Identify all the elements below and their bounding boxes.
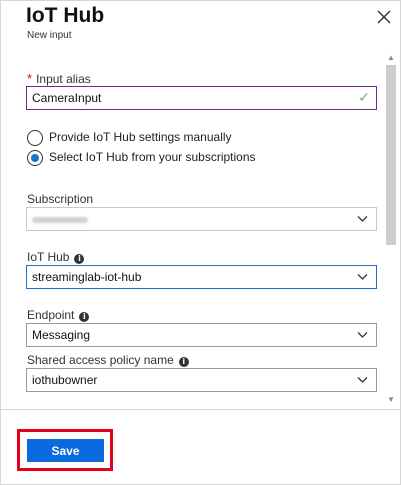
endpoint-value: Messaging — [32, 328, 91, 342]
info-icon[interactable]: i — [74, 254, 85, 264]
chevron-down-icon — [357, 377, 368, 383]
blade-footer: Save — [1, 409, 400, 484]
radio-label: Select IoT Hub from your subscriptions — [49, 150, 256, 165]
input-alias-label: * Input alias — [27, 71, 91, 86]
checkmark-icon: ✓ — [358, 90, 370, 106]
subscription-label: Subscription — [27, 192, 94, 206]
vertical-scrollbar[interactable]: ▲ ▼ — [383, 51, 399, 409]
chevron-down-icon — [357, 332, 368, 338]
save-highlight-box: Save — [17, 429, 113, 471]
scroll-up-arrow-icon[interactable]: ▲ — [386, 53, 396, 63]
chevron-down-icon — [357, 274, 368, 280]
blade-subtitle: New input — [27, 30, 72, 41]
radio-button-icon[interactable] — [27, 130, 43, 146]
form-scroll-area: * Input alias CameraInput ✓ Provide IoT H… — [1, 51, 400, 409]
info-icon[interactable]: i — [178, 357, 189, 367]
scroll-down-arrow-icon[interactable]: ▼ — [386, 395, 396, 405]
input-alias-value: CameraInput — [32, 91, 102, 105]
iot-hub-label: IoT Hub i — [27, 250, 85, 264]
endpoint-label: Endpoint i — [27, 308, 90, 322]
scrollbar-thumb[interactable] — [386, 65, 396, 245]
subscription-value-obscured — [32, 216, 88, 223]
iot-hub-value: streaminglab-iot-hub — [32, 270, 142, 284]
radio-select-from-subscriptions[interactable]: Select IoT Hub from your subscriptions — [27, 150, 256, 166]
save-button[interactable]: Save — [27, 439, 104, 462]
new-input-blade: IoT Hub New input * Input alias CameraInp… — [0, 0, 401, 485]
required-marker: * — [27, 71, 33, 86]
close-icon[interactable] — [373, 6, 395, 28]
subscription-dropdown[interactable] — [26, 207, 377, 231]
shared-access-policy-value: iothubowner — [32, 373, 98, 387]
chevron-down-icon — [357, 216, 368, 222]
shared-access-policy-label: Shared access policy name i — [27, 353, 189, 367]
shared-access-policy-dropdown[interactable]: iothubowner — [26, 368, 377, 392]
blade-title: IoT Hub — [26, 4, 105, 27]
iot-hub-dropdown[interactable]: streaminglab-iot-hub — [26, 265, 377, 289]
input-alias-field[interactable]: CameraInput ✓ — [26, 86, 377, 110]
radio-provide-manually[interactable]: Provide IoT Hub settings manually — [27, 130, 232, 146]
radio-label: Provide IoT Hub settings manually — [49, 130, 232, 145]
endpoint-dropdown[interactable]: Messaging — [26, 323, 377, 347]
radio-button-selected-icon[interactable] — [27, 150, 43, 166]
blade-header: IoT Hub New input — [1, 1, 400, 51]
info-icon[interactable]: i — [79, 312, 90, 322]
